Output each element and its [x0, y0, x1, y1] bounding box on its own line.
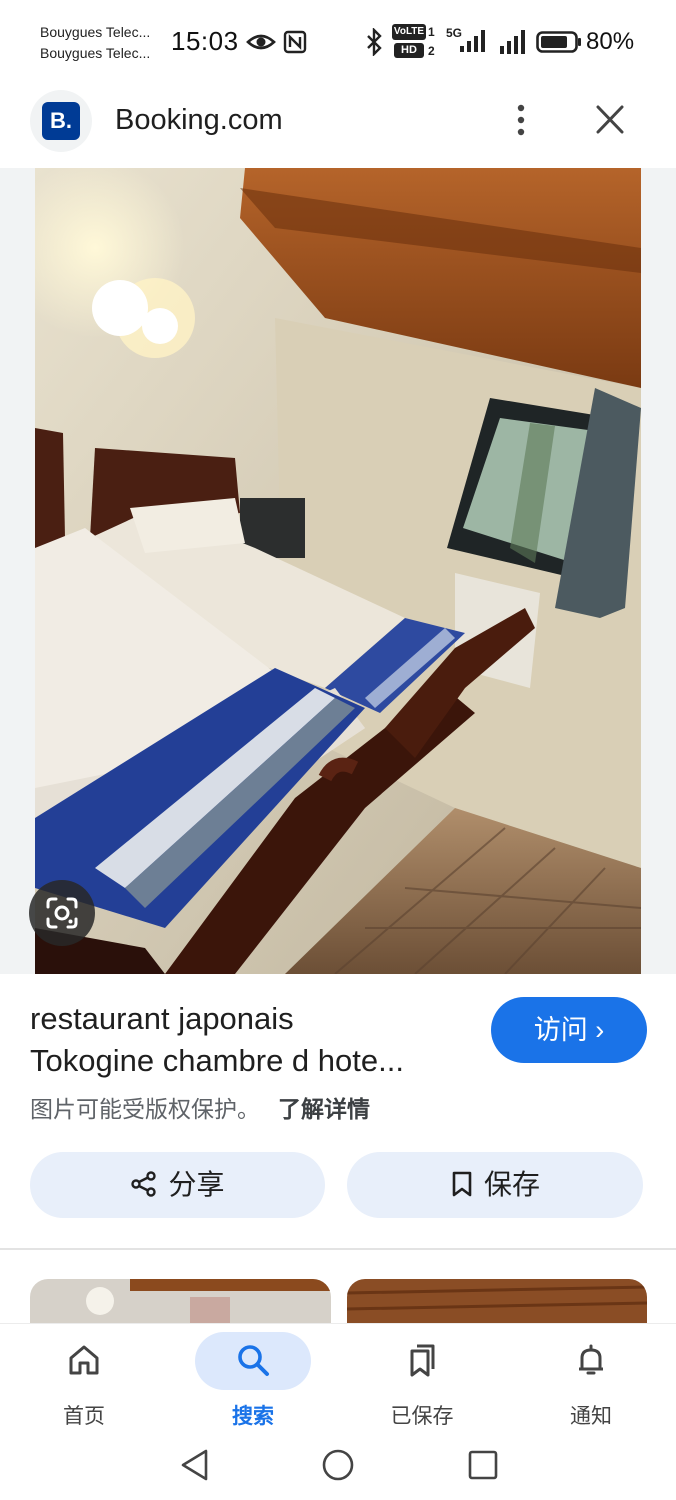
- source-header: B. Booking.com: [0, 84, 676, 168]
- battery-icon: [536, 31, 581, 53]
- signal-icon: [500, 30, 525, 54]
- related-image-thumbnail[interactable]: [30, 1279, 331, 1325]
- copyright-notice: 图片可能受版权保护。 了解详情: [30, 1090, 370, 1124]
- nav-home-label: 首页: [63, 1405, 105, 1428]
- nav-saved[interactable]: 已保存: [362, 1324, 482, 1436]
- nav-notifications[interactable]: 通知: [531, 1324, 651, 1436]
- google-lens-icon: [46, 897, 78, 929]
- sim-2-label: 2: [428, 44, 435, 58]
- site-favicon[interactable]: B.: [30, 90, 92, 152]
- nav-notifications-label: 通知: [570, 1405, 612, 1428]
- bottom-navigation: 首页 搜索 已保存 通知: [0, 1323, 676, 1435]
- eye-icon: [246, 34, 276, 50]
- nav-search-label: 搜索: [232, 1405, 274, 1428]
- signal-5g-icon: 5G: [446, 26, 488, 56]
- share-button[interactable]: 分享: [30, 1152, 325, 1218]
- lens-button[interactable]: [29, 880, 95, 946]
- more-vert-icon[interactable]: [508, 102, 534, 138]
- carrier-1: Bouygues Telec...: [40, 24, 151, 40]
- site-name[interactable]: Booking.com: [115, 104, 283, 137]
- divider: [0, 1248, 676, 1250]
- bookmarks-icon: [410, 1344, 435, 1377]
- save-label: 保存: [483, 1169, 540, 1200]
- carrier-2: Bouygues Telec...: [40, 45, 151, 61]
- related-image-thumbnail[interactable]: [347, 1279, 647, 1325]
- battery-percent: 80%: [586, 28, 635, 55]
- visit-button[interactable]: 访问 ›: [491, 997, 647, 1063]
- share-label: 分享: [168, 1169, 225, 1200]
- search-icon: [238, 1345, 269, 1376]
- close-icon[interactable]: [590, 102, 630, 138]
- carrier-names: Bouygues Telec... Bouygues Telec...: [40, 22, 150, 64]
- result-title-line-1: restaurant japonais: [30, 1001, 294, 1036]
- recent-apps-icon[interactable]: [466, 1447, 500, 1483]
- clock: 15:03: [171, 26, 239, 56]
- nav-home[interactable]: 首页: [24, 1324, 144, 1436]
- result-title[interactable]: restaurant japonais Tokogine chambre d h…: [30, 998, 470, 1082]
- nfc-icon: [283, 30, 307, 54]
- booking-logo: B.: [42, 102, 80, 140]
- hd-label: HD: [394, 43, 424, 58]
- home-icon: [69, 1345, 99, 1375]
- status-bar: Bouygues Telec... Bouygues Telec... 15:0…: [0, 0, 676, 84]
- copyright-text: 图片可能受版权保护。: [30, 1096, 260, 1122]
- share-icon: [131, 1170, 157, 1197]
- result-title-line-2: Tokogine chambre d hote...: [30, 1043, 404, 1078]
- sim-1-label: 1: [428, 25, 435, 39]
- back-icon[interactable]: [178, 1447, 212, 1483]
- learn-more-link[interactable]: 了解详情: [278, 1096, 370, 1122]
- system-navigation-bar: [0, 1435, 676, 1500]
- bell-icon: [579, 1344, 603, 1375]
- bookmark-icon: [452, 1171, 472, 1196]
- nav-search[interactable]: 搜索: [193, 1324, 313, 1436]
- volte-indicator: VoLTE HD 1 2: [392, 24, 442, 60]
- save-button[interactable]: 保存: [347, 1152, 643, 1218]
- nav-saved-label: 已保存: [390, 1405, 454, 1428]
- volte-label: VoLTE: [392, 24, 426, 40]
- image-preview-area: [0, 168, 676, 974]
- bluetooth-icon: [367, 28, 382, 56]
- home-circle-icon[interactable]: [321, 1447, 355, 1483]
- hotel-room-photo[interactable]: [35, 168, 641, 974]
